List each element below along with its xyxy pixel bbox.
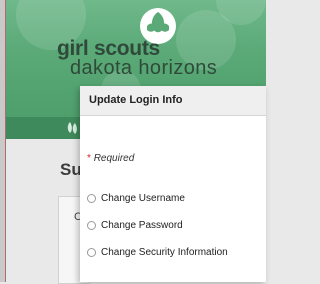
required-note: * Required bbox=[87, 153, 134, 164]
page-heading-partial: Su bbox=[60, 160, 82, 179]
radio-button[interactable] bbox=[87, 193, 96, 203]
option-label[interactable]: Change Username bbox=[101, 193, 185, 204]
required-label: Required bbox=[93, 153, 135, 164]
radio-button[interactable] bbox=[87, 220, 96, 230]
option-label[interactable]: Change Password bbox=[101, 220, 183, 231]
option-change-password[interactable]: Change Password bbox=[87, 217, 183, 233]
option-change-username[interactable]: Change Username bbox=[87, 190, 185, 206]
required-asterisk: * bbox=[87, 153, 91, 164]
brand-council[interactable]: dakota horizons bbox=[70, 57, 217, 80]
option-label[interactable]: Change Security Information bbox=[101, 247, 228, 258]
radio-button[interactable] bbox=[87, 247, 96, 257]
dialog-title-bar[interactable]: Update Login Info bbox=[80, 86, 266, 116]
update-login-dialog: Update Login Info * Required Change User… bbox=[80, 86, 266, 282]
option-change-security-information[interactable]: Change Security Information bbox=[87, 244, 228, 260]
dialog-title: Update Login Info bbox=[89, 94, 183, 106]
